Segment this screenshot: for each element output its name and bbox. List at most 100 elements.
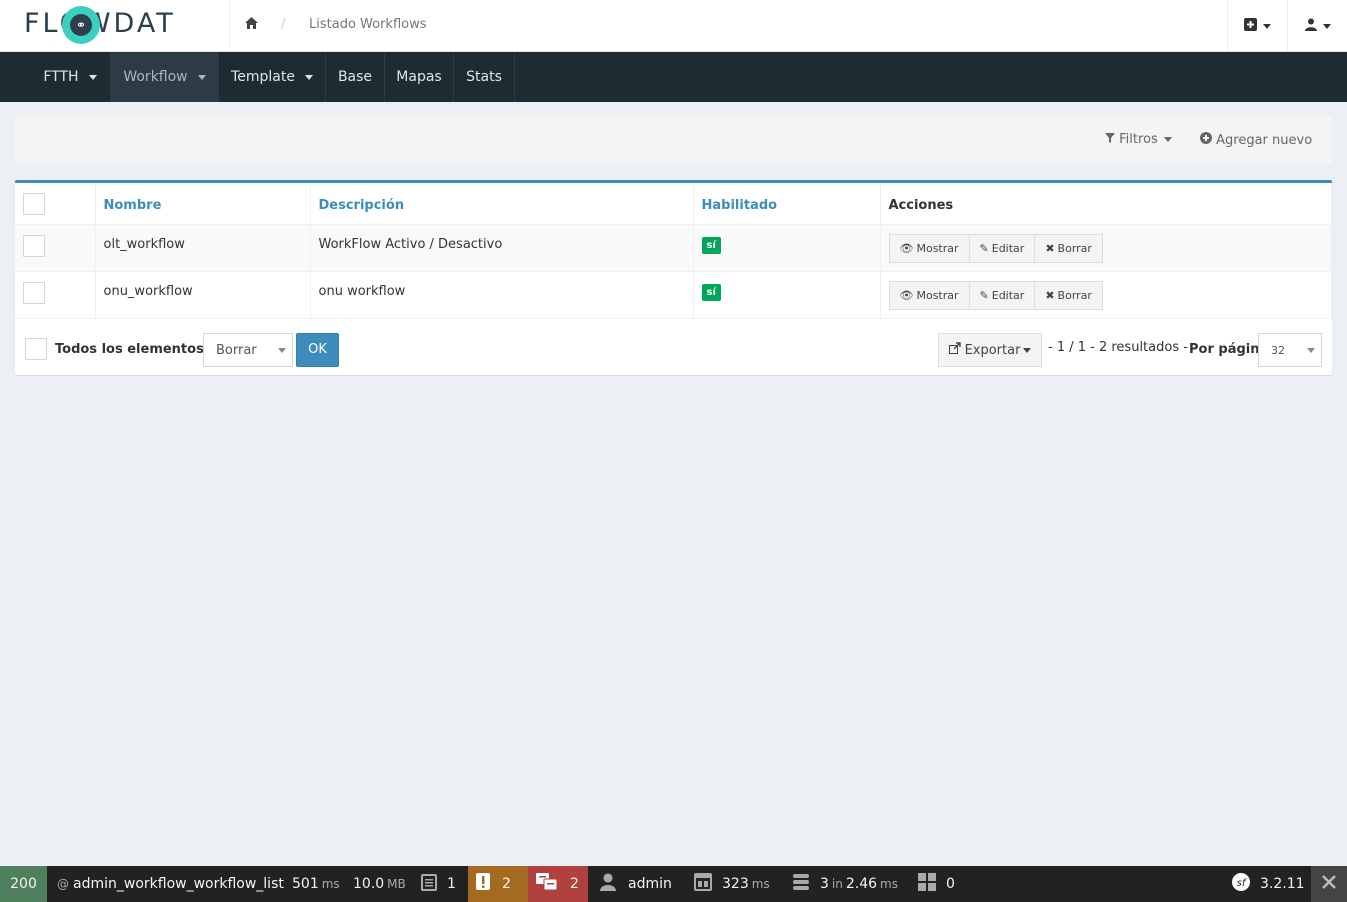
nav-item-label: Stats (466, 69, 502, 85)
per-page-select[interactable]: 32 (1258, 333, 1322, 367)
chevron-down-icon (1322, 23, 1331, 29)
home-icon[interactable] (244, 16, 260, 34)
enabled-badge[interactable]: sí (701, 236, 721, 254)
header-enabled[interactable]: Habilitado (693, 183, 881, 225)
main-navbar: FTTH Workflow Template Base Mapas Stats (0, 52, 1347, 102)
export-dropdown[interactable]: Exportar (938, 333, 1042, 367)
user-panel[interactable]: admin (592, 866, 680, 902)
close-icon (1321, 874, 1337, 894)
eye-icon: 👁 (899, 241, 914, 255)
logs-icon (421, 873, 437, 895)
add-menu-button[interactable] (1227, 0, 1287, 52)
time-panel[interactable]: 501 ms (284, 866, 348, 902)
nav-item-label: Template (231, 69, 295, 85)
enabled-badge[interactable]: sí (701, 283, 721, 301)
filter-icon (1105, 132, 1115, 147)
time-value: 501 (292, 876, 319, 892)
row-select-cell (15, 271, 96, 319)
select-all-checkbox[interactable] (23, 193, 45, 215)
row-checkbox[interactable] (23, 281, 45, 304)
database-panel[interactable]: 3 in 2.46 ms (784, 866, 906, 902)
route-panel[interactable]: @ admin_workflow_workflow_list (47, 866, 292, 902)
db-unit: ms (880, 877, 898, 891)
nav-item-mapas[interactable]: Mapas (385, 52, 454, 102)
filters-dropdown[interactable]: Filtros (1105, 132, 1172, 147)
pencil-icon: ✎ (979, 288, 989, 302)
header-name[interactable]: Nombre (95, 183, 311, 225)
delete-button[interactable]: ✖ Borrar (1035, 233, 1103, 263)
row-name[interactable]: onu_workflow (95, 271, 311, 319)
logs-panel[interactable]: 1 (413, 866, 468, 902)
show-button[interactable]: 👁 Mostrar (888, 280, 970, 310)
edit-button[interactable]: ✎ Editar (969, 233, 1036, 263)
delete-button[interactable]: ✖ Borrar (1035, 280, 1103, 310)
action-buttons: 👁 Mostrar ✎ Editar ✖ Borrar (888, 280, 1103, 310)
memory-value: 10.0 (353, 876, 385, 892)
delete-label: Borrar (1057, 241, 1092, 255)
row-checkbox[interactable] (23, 234, 45, 257)
nav-item-workflow[interactable]: Workflow (111, 52, 219, 102)
time-unit: ms (321, 877, 340, 891)
render-time-panel[interactable]: 323 ms (686, 866, 778, 902)
sort-name-link[interactable]: Nombre (104, 198, 162, 213)
user-name: admin (628, 876, 672, 892)
batch-actions-footer: Todos los elementos (2) Borrar OK Export… (15, 320, 1332, 375)
row-enabled-cell: sí (693, 271, 881, 319)
batch-ok-button[interactable]: OK (296, 333, 339, 367)
chevron-down-icon (304, 74, 313, 80)
db-queries: 3 (820, 876, 829, 892)
forms-panel[interactable]: 0 (910, 866, 963, 902)
add-new-button[interactable]: Agregar nuevo (1200, 132, 1312, 148)
breadcrumb-current: Listado Workflows (309, 17, 427, 32)
header-description[interactable]: Descripción (310, 183, 694, 225)
plus-square-icon (1244, 17, 1257, 35)
translations-panel[interactable]: 2 (528, 866, 588, 902)
share-icon (948, 342, 961, 358)
select-all-header (15, 183, 96, 225)
table-header-row: Nombre Descripción Habilitado Acciones (15, 183, 1332, 225)
status-code-badge[interactable]: 200 (0, 866, 47, 902)
edit-button[interactable]: ✎ Editar (969, 280, 1036, 310)
exceptions-panel[interactable]: 2 (468, 866, 528, 902)
memory-panel[interactable]: 10.0 MB (345, 866, 414, 902)
symfony-version-panel[interactable]: sf 3.2.11 (1224, 866, 1313, 902)
chevron-down-icon (88, 74, 97, 80)
user-menu-button[interactable] (1287, 0, 1347, 52)
plus-circle-icon (1200, 132, 1212, 148)
show-button[interactable]: 👁 Mostrar (888, 233, 970, 263)
nav-item-template[interactable]: Template (219, 52, 326, 102)
logo[interactable]: FLOWDAT ⚭ (0, 0, 230, 52)
forms-count: 0 (946, 876, 955, 892)
edit-label: Editar (991, 241, 1025, 255)
user-icon (1304, 18, 1317, 35)
translation-icon (536, 873, 558, 895)
add-new-label: Agregar nuevo (1216, 133, 1313, 148)
exceptions-count: 2 (502, 876, 511, 892)
per-page-value: 32 (1271, 344, 1285, 357)
show-label: Mostrar (916, 288, 959, 302)
database-icon (792, 873, 810, 895)
times-icon: ✖ (1045, 288, 1055, 302)
chevron-down-icon (1163, 137, 1172, 142)
route-name: admin_workflow_workflow_list (73, 876, 284, 892)
sort-description-link[interactable]: Descripción (319, 198, 405, 213)
nav-item-ftth[interactable]: FTTH (30, 52, 111, 102)
table-row: olt_workflow WorkFlow Activo / Desactivo… (15, 224, 1332, 272)
workflow-table: Nombre Descripción Habilitado Acciones o… (15, 183, 1332, 319)
batch-action-select[interactable]: Borrar (203, 333, 293, 367)
chevron-down-icon (197, 74, 206, 80)
select-all-elements-checkbox[interactable] (25, 338, 47, 360)
sort-enabled-link[interactable]: Habilitado (702, 198, 778, 213)
nav-item-stats[interactable]: Stats (454, 52, 515, 102)
table-row: onu_workflow onu workflow sí 👁 Mostrar ✎ E… (15, 271, 1332, 319)
render-unit: ms (751, 877, 770, 891)
row-select-cell (15, 224, 96, 272)
close-toolbar-button[interactable] (1311, 866, 1347, 902)
breadcrumb-separator: / (281, 17, 286, 32)
memory-unit: MB (387, 877, 406, 891)
times-icon: ✖ (1045, 241, 1055, 255)
nav-item-base[interactable]: Base (326, 52, 385, 102)
row-description: WorkFlow Activo / Desactivo (310, 224, 694, 272)
row-name[interactable]: olt_workflow (95, 224, 311, 272)
chevron-down-icon (1307, 348, 1315, 353)
